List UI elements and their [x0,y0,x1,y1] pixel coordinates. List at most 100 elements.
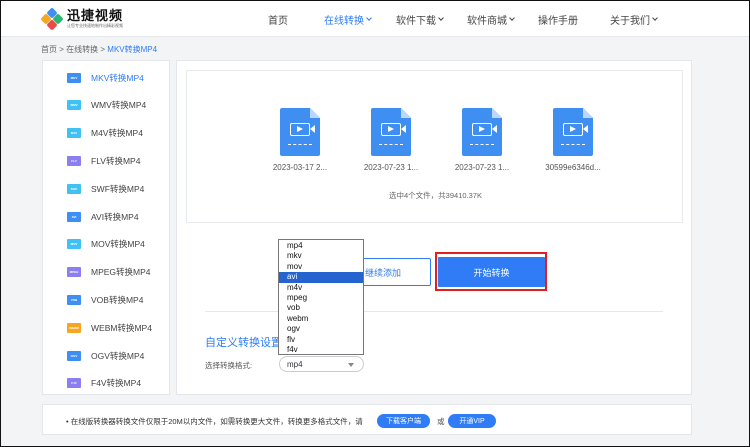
flv-file-icon: FLV [67,155,81,166]
sidebar-item-label: MKV转换MP4 [91,72,144,83]
file-name: 30599e6346d... [545,163,601,172]
mkv-file-icon: MKV [67,72,81,83]
brand-logo[interactable]: 迅捷视频 让您专业快速地制作出精彩视频 [40,7,124,31]
footer-notice-text: • 在线版转换器转换文件仅限于20M以内文件，如需转换更大文件，转换更多格式文件… [66,417,363,426]
format-label: 选择转换格式: [205,361,253,370]
breadcrumb: 首页 > 在线转换 > MKV转换MP4 [41,44,157,55]
file-item[interactable]: 2023-03-17 2... [270,108,330,172]
breadcrumb-current: MKV转换MP4 [107,45,158,54]
wmv-file-icon: WMV [67,100,81,111]
format-option-avi[interactable]: avi [279,272,363,283]
nav-manual[interactable]: 操作手册 [538,1,578,37]
chevron-down-icon [366,14,372,21]
format-option-mkv[interactable]: mkv [279,251,363,261]
video-file-icon [462,108,502,156]
sidebar-item-wmv[interactable]: WMV WMV转换MP4 [43,92,169,119]
sidebar-item-label: WMV转换MP4 [91,100,147,111]
chevron-down-icon [509,14,515,21]
file-name: 2023-03-17 2... [272,163,328,172]
video-file-icon [553,108,593,156]
ogv-file-icon: OGV [67,350,81,361]
top-navbar: 迅捷视频 让您专业快速地制作出精彩视频 首页 在线转换 软件下载 软件商城 操作… [1,1,749,37]
open-vip-button[interactable]: 开通VIP [448,414,496,428]
brand-name: 迅捷视频 [67,8,124,23]
file-item[interactable]: 2023-07-23 1... [361,108,421,172]
format-option-mov[interactable]: mov [279,262,363,272]
video-file-icon [280,108,320,156]
breadcrumb-section[interactable]: 在线转换 [66,45,98,54]
breadcrumb-separator: > [100,45,106,54]
format-dropdown-list[interactable]: mp4 mkv mov avi m4v mpeg vob webm ogv fl… [278,239,364,355]
format-select[interactable]: mp4 [279,356,364,372]
sidebar-item-mov[interactable]: MOV MOV转换MP4 [43,231,169,258]
sidebar-item-label: MOV转换MP4 [91,239,145,250]
footer-or-text: 或 [437,417,445,426]
sidebar-item-f4v[interactable]: F4V F4V转换MP4 [43,370,169,397]
file-summary: 选中4个文件，共39410.37K [389,191,482,200]
sidebar-item-webm[interactable]: WEBM WEBM转换MP4 [43,314,169,341]
m4v-file-icon: M4V [67,128,81,139]
format-select-value: mp4 [287,359,303,369]
nav-home[interactable]: 首页 [268,1,288,37]
settings-title: 自定义转换设置 [205,337,282,349]
nav-manual-label: 操作手册 [538,15,578,27]
sidebar-item-vob[interactable]: VOB VOB转换MP4 [43,286,169,313]
nav-store-label: 软件商城 [467,15,507,27]
format-option-vob[interactable]: vob [279,303,363,313]
mov-file-icon: MOV [67,239,81,250]
nav-software-label: 软件下载 [396,15,436,27]
format-option-m4v[interactable]: m4v [279,283,363,293]
sidebar-item-mkv[interactable]: MKV MKV转换MP4 [43,64,169,91]
webm-file-icon: WEBM [67,322,81,333]
nav-online-convert[interactable]: 在线转换 [324,1,372,37]
file-name: 2023-07-23 1... [454,163,510,172]
footer-notice-bar: • 在线版转换器转换文件仅限于20M以内文件，如需转换更大文件，转换更多格式文件… [42,404,692,435]
nav-convert-label: 在线转换 [324,15,364,27]
f4v-file-icon: F4V [67,378,81,389]
nav-software-store[interactable]: 软件商城 [467,1,515,37]
sidebar-item-mpeg[interactable]: MPEG MPEG转换MP4 [43,259,169,286]
logo-icon [40,7,64,31]
sidebar-item-label: WEBM转换MP4 [91,322,152,333]
vob-file-icon: VOB [67,294,81,305]
sidebar-item-label: F4V转换MP4 [91,378,142,389]
nav-home-label: 首页 [268,15,288,27]
file-list-area[interactable]: 2023-03-17 2... 2023-07-23 1... 2023-07-… [186,70,683,223]
sidebar-item-label: MPEG转换MP4 [91,267,151,278]
breadcrumb-home[interactable]: 首页 [41,45,57,54]
chevron-down-icon [652,14,658,21]
chevron-down-icon [438,14,444,21]
sidebar-item-label: AVI转换MP4 [91,211,139,222]
divider [205,311,663,312]
format-option-webm[interactable]: webm [279,314,363,324]
format-option-mpeg[interactable]: mpeg [279,293,363,303]
sidebar-item-m4v[interactable]: M4V M4V转换MP4 [43,120,169,147]
download-client-button[interactable]: 下载客户端 [377,414,430,428]
format-option-mp4[interactable]: mp4 [279,241,363,251]
nav-about[interactable]: 关于我们 [610,1,658,37]
nav-about-label: 关于我们 [610,15,650,27]
sidebar-item-swf[interactable]: SWF SWF转换MP4 [43,175,169,202]
sidebar-item-label: OGV转换MP4 [91,350,145,361]
start-convert-button[interactable]: 开始转换 [438,257,545,287]
sidebar: MKV MKV转换MP4 WMV WMV转换MP4 M4V M4V转换MP4 FLV F… [42,60,170,395]
sidebar-item-label: FLV转换MP4 [91,155,141,166]
sidebar-item-label: M4V转换MP4 [91,128,143,139]
file-item[interactable]: 30599e6346d... [543,108,603,172]
mpeg-file-icon: MPEG [67,267,81,278]
video-file-icon [371,108,411,156]
sidebar-item-avi[interactable]: AVI AVI转换MP4 [43,203,169,230]
breadcrumb-separator: > [59,45,64,54]
nav-software-download[interactable]: 软件下载 [396,1,444,37]
swf-file-icon: SWF [67,183,81,194]
sidebar-item-flv[interactable]: FLV FLV转换MP4 [43,147,169,174]
sidebar-item-label: VOB转换MP4 [91,294,144,305]
format-option-ogv[interactable]: ogv [279,324,363,334]
file-item[interactable]: 2023-07-23 1... [452,108,512,172]
sidebar-item-ogv[interactable]: OGV OGV转换MP4 [43,342,169,369]
sidebar-item-label: SWF转换MP4 [91,183,145,194]
dropdown-arrow-icon [348,363,354,367]
file-name: 2023-07-23 1... [363,163,419,172]
format-option-flv[interactable]: flv [279,335,363,345]
format-option-f4v[interactable]: f4v [279,345,363,355]
